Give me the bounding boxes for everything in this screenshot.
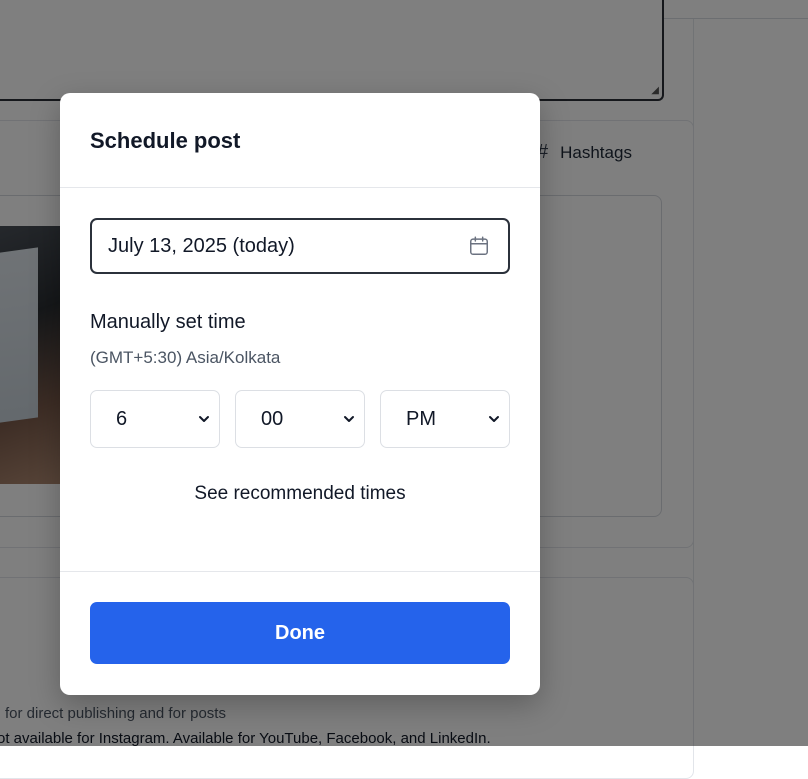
- chevron-down-icon: [342, 412, 356, 426]
- dialog-body: July 13, 2025 (today) Manually set time …: [60, 188, 540, 572]
- date-picker-field[interactable]: July 13, 2025 (today): [90, 218, 510, 274]
- period-value: PM: [406, 407, 436, 430]
- chevron-down-icon: [487, 412, 501, 426]
- chevron-down-icon: [197, 412, 211, 426]
- period-select[interactable]: PM: [380, 390, 510, 448]
- timezone-label: (GMT+5:30) Asia/Kolkata: [90, 348, 281, 367]
- date-value: July 13, 2025 (today): [108, 234, 295, 257]
- see-recommended-times-link[interactable]: See recommended times: [90, 482, 510, 506]
- dialog-footer: Done: [60, 572, 540, 664]
- dialog-title: Schedule post: [90, 128, 241, 153]
- hour-value: 6: [116, 407, 128, 430]
- minute-select[interactable]: 00: [235, 390, 365, 448]
- done-button[interactable]: Done: [90, 602, 510, 664]
- manual-time-heading: Manually set time: [90, 311, 246, 333]
- dialog-header: Schedule post: [60, 93, 540, 188]
- schedule-post-dialog: Schedule post July 13, 2025 (today) Manu…: [60, 93, 540, 695]
- hour-select[interactable]: 6: [90, 390, 220, 448]
- time-selectors: 6 00 PM: [90, 390, 510, 448]
- minute-value: 00: [261, 407, 284, 430]
- calendar-icon[interactable]: [468, 235, 490, 257]
